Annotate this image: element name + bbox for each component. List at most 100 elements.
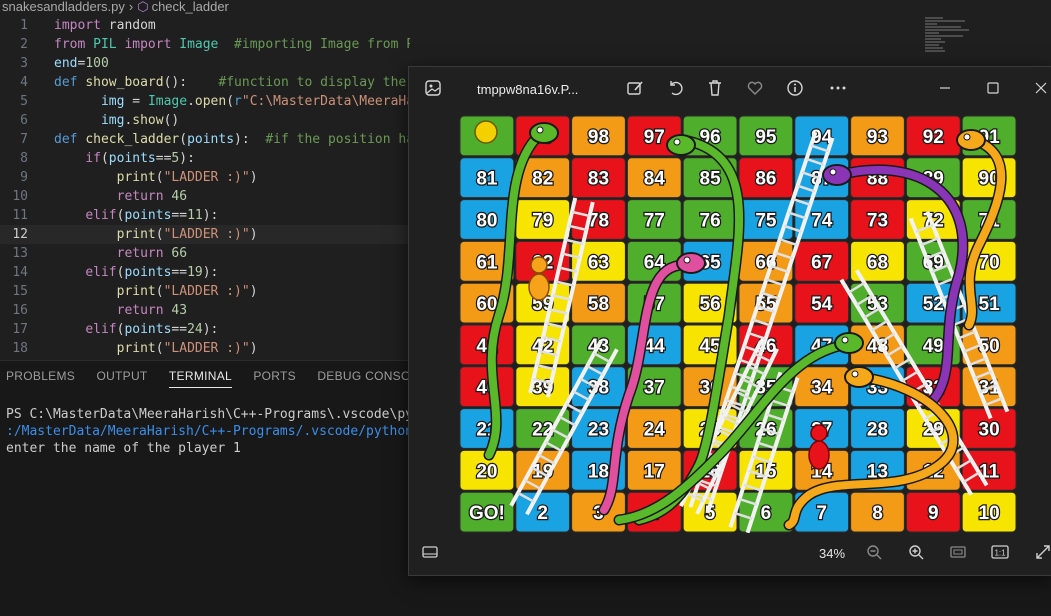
line-number: 7: [20, 132, 28, 147]
more-icon[interactable]: [827, 79, 849, 101]
line-number: 1: [20, 18, 28, 33]
breadcrumb: snakesandladders.py › ⬡ check_ladder: [0, 0, 1051, 14]
viewer-bottombar: 34% 1:1: [409, 533, 1051, 575]
close-icon[interactable]: [1030, 79, 1051, 101]
image-area[interactable]: 9998979695949392918182838485868788899080…: [409, 113, 1051, 533]
code-line[interactable]: 7 def check_ladder(points): #if the posit…: [0, 130, 410, 149]
minimize-icon[interactable]: [934, 79, 956, 101]
cell-number: 10: [979, 503, 1000, 524]
snake-head: [822, 164, 852, 186]
actual-size-icon[interactable]: 1:1: [990, 543, 1010, 563]
code-editor[interactable]: 1 import random 2 from PIL import Image #im…: [0, 16, 410, 358]
snake-head: [844, 366, 874, 388]
cell-number: 73: [867, 211, 888, 232]
photos-icon: [422, 79, 444, 101]
line-number: 6: [20, 113, 28, 128]
code-text: return 46: [116, 189, 188, 204]
info-icon[interactable]: [784, 79, 806, 101]
cell-number: 2: [537, 503, 548, 524]
zoom-in-icon[interactable]: [906, 543, 926, 563]
cell-number: GO!: [469, 503, 505, 524]
cell-number: 9: [928, 503, 939, 524]
snake-eye: [841, 336, 849, 344]
code-line[interactable]: 17 elif(points==24):: [0, 320, 410, 339]
tab-output[interactable]: OUTPUT: [96, 369, 147, 387]
cell-number: 68: [867, 252, 888, 273]
line-number: 10: [12, 189, 28, 204]
maximize-icon[interactable]: [982, 79, 1004, 101]
code-line[interactable]: 11 elif(points==11):: [0, 206, 410, 225]
code-text: from PIL import Image #importing Image f…: [54, 37, 410, 52]
zoom-level: 34%: [819, 546, 846, 561]
tab-problems[interactable]: PROBLEMS: [6, 369, 75, 387]
snake-head: [676, 252, 706, 274]
heart-icon[interactable]: [744, 79, 766, 101]
code-text: print("LADDER :)"): [116, 227, 258, 242]
breadcrumb-symbol[interactable]: check_ladder: [152, 0, 229, 14]
file-name: tmppw8na16v.P...: [477, 82, 579, 97]
trash-icon[interactable]: [704, 79, 726, 101]
code-line[interactable]: 12 print("LADDER :)"): [0, 225, 410, 244]
cell-number: 23: [588, 420, 609, 441]
photos-window: tmppw8na16v.P... 9998979695949392918: [408, 66, 1051, 576]
line-number: 11: [12, 208, 28, 223]
code-line[interactable]: 8 if(points==5):: [0, 149, 410, 168]
viewer-titlebar: tmppw8na16v.P...: [409, 67, 1051, 113]
code-line[interactable]: 5 img = Image.open(r"C:\MasterData\Meera…: [0, 92, 410, 111]
cell-number: 70: [979, 252, 1000, 273]
filmstrip-icon[interactable]: [420, 543, 440, 563]
terminal-output[interactable]: PS C:\MasterData\MeeraHarish\C++-Program…: [6, 406, 460, 457]
code-line[interactable]: 15 print("LADDER :)"): [0, 282, 410, 301]
line-number: 5: [20, 94, 28, 109]
fullscreen-icon[interactable]: [1033, 543, 1051, 563]
code-line[interactable]: 18 print("LADDER :)"): [0, 339, 410, 358]
code-text: elif(points==19):: [85, 265, 219, 280]
line-number: 15: [12, 284, 28, 299]
code-line[interactable]: 2 from PIL import Image #importing Image …: [0, 35, 410, 54]
snake-head: [666, 134, 696, 156]
cell-number: 61: [476, 252, 498, 273]
cell-number: 98: [588, 127, 609, 148]
edit-image-icon[interactable]: [624, 79, 646, 101]
cell-number: 63: [588, 252, 609, 273]
snake-head: [529, 122, 559, 144]
terminal-line: enter the name of the player 1: [6, 441, 241, 456]
cell-number: 75: [755, 211, 777, 232]
zoom-out-icon[interactable]: [864, 543, 884, 563]
code-line[interactable]: 9 print("LADDER :)"): [0, 168, 410, 187]
code-text: elif(points==24):: [85, 322, 219, 337]
line-number: 13: [12, 246, 28, 261]
chevron-right-icon: ›: [128, 0, 134, 14]
snake-eye: [851, 370, 859, 378]
code-line[interactable]: 4 def show_board(): #function to display …: [0, 73, 410, 92]
cell-number: 37: [644, 378, 665, 399]
code-line[interactable]: 1 import random: [0, 16, 410, 35]
line-number: 12: [12, 227, 28, 242]
code-text: print("LADDER :)"): [116, 170, 258, 185]
cell-number: 77: [644, 211, 665, 232]
code-line[interactable]: 16 return 43: [0, 301, 410, 320]
code-line[interactable]: 3 end=100: [0, 54, 410, 73]
tab-terminal[interactable]: TERMINAL: [168, 369, 232, 388]
code-line[interactable]: 10 return 46: [0, 187, 410, 206]
line-number: 14: [12, 265, 28, 280]
cell-number: 51: [979, 294, 1001, 315]
cell-number: 49: [923, 336, 944, 357]
cell-number: 93: [867, 127, 888, 148]
cell-number: 67: [811, 252, 832, 273]
fit-to-window-icon[interactable]: [948, 543, 968, 563]
rotate-icon[interactable]: [665, 79, 687, 101]
code-line[interactable]: 13 return 66: [0, 244, 410, 263]
cell-number: 97: [644, 127, 665, 148]
cell-number: 82: [532, 169, 553, 190]
breadcrumb-file[interactable]: snakesandladders.py: [2, 0, 125, 14]
tab-ports[interactable]: PORTS: [253, 369, 296, 387]
code-text: def check_ladder(points): #if the positi…: [54, 132, 410, 147]
code-text: print("LADDER :)"): [116, 341, 258, 356]
cell-number: 34: [811, 378, 833, 399]
line-number: 17: [12, 322, 28, 337]
cell-number: 17: [644, 461, 665, 482]
code-line[interactable]: 14 elif(points==19):: [0, 263, 410, 282]
code-line[interactable]: 6 img.show(): [0, 111, 410, 130]
cell-number: 76: [700, 211, 721, 232]
